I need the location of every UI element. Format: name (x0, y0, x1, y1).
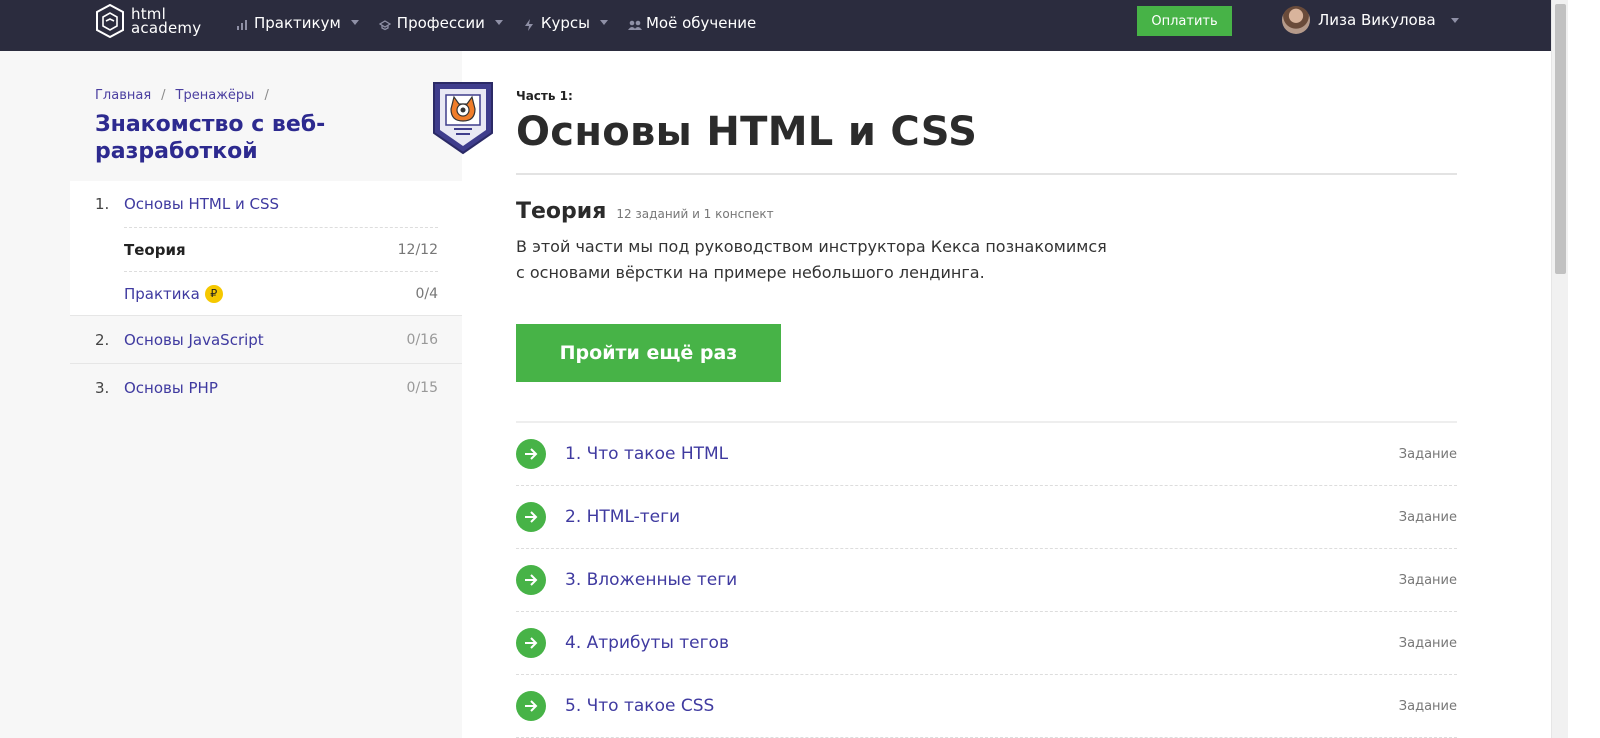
logo-icon (96, 4, 124, 38)
sidebar-item-php[interactable]: 3. Основы PHP 0/15 (70, 363, 462, 411)
nav-item-professions-label: Профессии (396, 13, 485, 32)
arrow-right-icon (516, 628, 546, 658)
subitem-label: Теория (124, 240, 186, 259)
breadcrumb-trainers[interactable]: Тренажёры (176, 88, 255, 103)
avatar (1282, 6, 1310, 34)
task-label: 2. HTML-теги (565, 507, 681, 527)
graduation-cap-icon (378, 17, 392, 30)
user-menu[interactable]: Лиза Викулова (1282, 6, 1459, 34)
sidebar-parts-list: 1. Основы HTML и CSS Теория 12/12 Практи… (70, 181, 462, 411)
part-label: Основы PHP (124, 378, 218, 397)
sidebar-part-active: 1. Основы HTML и CSS Теория 12/12 Практи… (70, 181, 462, 315)
nav-item-courses-label: Курсы (540, 13, 590, 32)
task-label: 3. Вложенные теги (565, 570, 738, 590)
nav-item-professions[interactable]: Профессии (378, 13, 503, 32)
task-label: 4. Атрибуты тегов (565, 633, 729, 653)
theory-header: Теория 12 заданий и 1 конспект (516, 199, 774, 224)
sidebar-title: Знакомство с веб-разработкой (95, 112, 326, 164)
subitem-progress: 12/12 (397, 241, 438, 258)
task-type: Задание (1398, 446, 1457, 462)
nav-item-courses[interactable]: Курсы (523, 14, 608, 32)
arrow-right-icon (516, 439, 546, 469)
theory-meta: 12 заданий и 1 конспект (616, 207, 774, 221)
lightning-icon (523, 17, 535, 31)
part-number: 3. (95, 378, 110, 397)
part-number: 2. (95, 330, 110, 349)
breadcrumb: Главная / Тренажёры / (95, 88, 279, 103)
theory-description: В этой части мы под руководством инструк… (516, 237, 1107, 282)
list-item[interactable]: 1. Что такое HTML Задание (516, 423, 1457, 486)
chevron-down-icon (350, 20, 359, 25)
main-nav: Практикум Профессии Курсы Моё обучение (236, 0, 776, 45)
sidebar-subitem-practice[interactable]: Практика ₽ 0/4 (124, 271, 438, 315)
retry-button[interactable]: Пройти ещё раз (516, 324, 781, 382)
part-label: Основы JavaScript (124, 330, 264, 349)
subitem-label-wrap: Практика ₽ (124, 284, 415, 303)
logo-text: html academy (131, 7, 202, 37)
breadcrumb-home[interactable]: Главная (95, 88, 151, 103)
sidebar-item-html-css[interactable]: 1. Основы HTML и CSS (95, 181, 438, 227)
logo-text-line2: academy (131, 19, 202, 37)
scrollbar-thumb[interactable] (1555, 4, 1566, 274)
sidebar-row: 3. Основы PHP 0/15 (95, 364, 438, 411)
part-label: Часть 1: (516, 89, 573, 103)
subitem-label: Практика (124, 284, 200, 303)
top-navigation-bar: html academy Практикум Профессии Курсы М… (0, 0, 1551, 51)
nav-item-my-learning-label: Моё обучение (645, 13, 757, 32)
ruble-coin-icon: ₽ (204, 284, 223, 303)
arrow-right-icon (516, 691, 546, 721)
task-type: Задание (1398, 509, 1457, 525)
chevron-down-icon (599, 20, 608, 25)
chevron-down-icon (494, 20, 503, 25)
nav-item-practicum-label: Практикум (254, 13, 341, 32)
task-list: 1. Что такое HTML Задание 2. HTML-теги З… (516, 421, 1457, 738)
divider (516, 173, 1457, 175)
breadcrumb-separator: / (264, 88, 269, 103)
part-label: Основы HTML и CSS (124, 195, 280, 213)
list-item[interactable]: 4. Атрибуты тегов Задание (516, 612, 1457, 675)
user-name: Лиза Викулова (1318, 11, 1436, 29)
nav-item-my-learning[interactable]: Моё обучение (627, 13, 757, 32)
sidebar-subitem-theory[interactable]: Теория 12/12 (124, 227, 438, 271)
cat-shield-icon (432, 81, 494, 159)
page-scrollbar[interactable] (1551, 0, 1568, 738)
list-item[interactable]: 5. Что такое CSS Задание (516, 675, 1457, 738)
arrow-right-icon (516, 565, 546, 595)
pay-button[interactable]: Оплатить (1137, 6, 1232, 36)
task-type: Задание (1398, 698, 1457, 714)
arrow-right-icon (516, 502, 546, 532)
part-number: 1. (95, 195, 110, 213)
bar-chart-icon (236, 17, 248, 30)
subitem-progress: 0/4 (415, 285, 438, 302)
page-title: Основы HTML и CSS (516, 109, 978, 155)
logo[interactable]: html academy (95, 4, 201, 38)
task-label: 5. Что такое CSS (565, 696, 715, 716)
task-label: 1. Что такое HTML (565, 444, 729, 464)
sidebar: Главная / Тренажёры / Знакомство с веб-разр… (0, 51, 493, 738)
sidebar-row: 2. Основы JavaScript 0/16 (95, 316, 438, 363)
part-progress: 0/15 (406, 379, 438, 396)
sidebar-item-javascript[interactable]: 2. Основы JavaScript 0/16 (70, 315, 462, 363)
nav-item-practicum[interactable]: Практикум (236, 14, 359, 32)
chevron-down-icon (1450, 17, 1459, 23)
list-item[interactable]: 3. Вложенные теги Задание (516, 549, 1457, 612)
list-item[interactable]: 2. HTML-теги Задание (516, 486, 1457, 549)
task-type: Задание (1398, 572, 1457, 588)
people-icon (627, 17, 642, 30)
breadcrumb-separator: / (161, 88, 166, 103)
part-progress: 0/16 (406, 331, 438, 348)
task-type: Задание (1398, 635, 1457, 651)
theory-title: Теория (516, 199, 607, 224)
